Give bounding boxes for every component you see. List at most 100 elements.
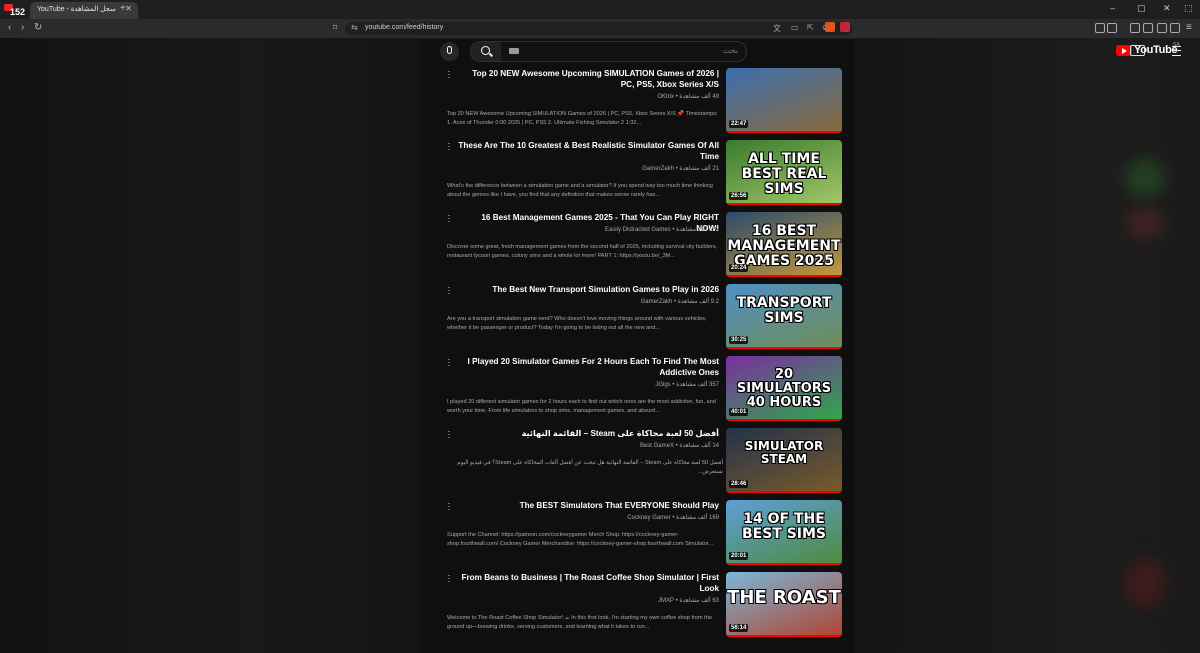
video-thumbnail[interactable]: 16 BEST MANAGEMENT GAMES 2025 20:24	[726, 212, 842, 277]
vpn-icon[interactable]	[1157, 23, 1167, 33]
video-description: Top 20 NEW Awesome Upcoming SIMULATION G…	[447, 111, 718, 126]
video-thumbnail[interactable]: 22:47	[726, 68, 842, 133]
back-icon[interactable]: ‹	[8, 22, 11, 33]
video-item[interactable]: · · · I Played 20 Simulator Games For 2 Ho…	[443, 355, 843, 422]
duration-badge: 56:14	[729, 624, 749, 632]
video-item[interactable]: · · · Top 20 NEW Awesome Upcoming SIMULATI…	[443, 67, 843, 134]
duration-badge: 40:01	[729, 408, 749, 416]
video-item[interactable]: · · · From Beans to Business | The Roast C…	[443, 571, 843, 638]
video-title[interactable]: Top 20 NEW Awesome Upcoming SIMULATION G…	[457, 68, 719, 90]
more-actions-icon[interactable]: · · ·	[447, 139, 451, 154]
duration-badge: 22:47	[729, 120, 749, 128]
hamburger-menu-icon[interactable]	[1172, 46, 1181, 56]
brave-shields-icon[interactable]	[825, 22, 835, 32]
video-item[interactable]: · · · These Are The 10 Greatest & Best Rea…	[443, 139, 843, 206]
more-actions-icon[interactable]: · · ·	[447, 427, 451, 442]
more-actions-icon[interactable]: · · ·	[447, 499, 451, 514]
video-thumbnail[interactable]: SIMULATOR STEAM 28:46	[726, 428, 842, 493]
wallet-icon[interactable]	[1107, 23, 1117, 33]
downloads-icon[interactable]	[1170, 23, 1180, 33]
create-video-icon[interactable]	[1130, 45, 1145, 56]
dimmed-right-area	[855, 38, 1200, 653]
tab-title: YouTube - سجل المشاهدة	[37, 6, 116, 13]
reading-list-icon[interactable]	[1143, 23, 1153, 33]
youtube-logo[interactable]: YouTube SA	[1116, 42, 1180, 58]
video-item[interactable]: · · · 16 Best Management Games 2025 - That…	[443, 211, 843, 278]
duration-badge: 20:24	[729, 264, 749, 272]
video-item[interactable]: · · · The BEST Simulators That EVERYONE Sh…	[443, 499, 843, 566]
notification-badge[interactable]: 152	[4, 4, 28, 17]
video-description: Are you a transport simulation game nerd…	[447, 316, 707, 331]
video-title[interactable]: أفضل 50 لعبة محاكاة على Steam – القائمة …	[457, 428, 719, 439]
watched-progress-bar	[726, 491, 842, 493]
youtube-page: بحث YouTube SA · · · Top 20 NEW Awesome Up…	[0, 38, 1200, 653]
voice-search-button[interactable]	[440, 42, 459, 61]
thumbnail-overlay-text: 14 OF THE BEST SIMS	[741, 511, 827, 542]
video-thumbnail[interactable]: 14 OF THE BEST SIMS 20:01	[726, 500, 842, 565]
video-meta: 49 ألف مشاهدة • OKtrix	[657, 94, 719, 100]
menu-icon[interactable]: ≡	[1186, 22, 1192, 33]
video-item[interactable]: · · · أفضل 50 لعبة محاكاة على Steam – القا…	[443, 427, 843, 494]
video-title[interactable]: I Played 20 Simulator Games For 2 Hours …	[457, 356, 719, 378]
minimize-icon[interactable]: –	[1110, 3, 1115, 13]
video-meta: 122 ألف مشاهدة • Easily Distracted Games	[604, 227, 719, 233]
more-actions-icon[interactable]: · · ·	[447, 211, 451, 226]
share-icon[interactable]: ⇱	[807, 23, 814, 32]
video-title[interactable]: From Beans to Business | The Roast Coffe…	[457, 572, 719, 594]
restore-icon[interactable]: ⬚	[1184, 3, 1193, 14]
watched-progress-bar	[726, 563, 842, 565]
duration-badge: 28:46	[729, 480, 749, 488]
duration-badge: 20:01	[729, 552, 749, 560]
translate-icon[interactable]: 文	[773, 23, 781, 34]
brave-rewards-icon[interactable]	[840, 22, 850, 32]
thumbnail-overlay-text: ALL TIME BEST REAL SIMS	[741, 151, 827, 197]
reload-icon[interactable]: ↻	[34, 22, 42, 33]
watched-progress-bar	[726, 635, 842, 637]
more-actions-icon[interactable]: · · ·	[447, 283, 451, 298]
more-actions-icon[interactable]: · · ·	[447, 571, 451, 586]
video-description: Support the Channel: https://patreon.com…	[447, 532, 714, 547]
thumbnail-overlay-text: TRANSPORT SIMS	[736, 295, 832, 326]
bookmark-icon[interactable]: ⌑	[333, 23, 337, 32]
more-actions-icon[interactable]: · · ·	[447, 67, 451, 82]
watched-progress-bar	[726, 275, 842, 277]
sidebar-icon[interactable]	[1130, 23, 1140, 33]
video-description: Welcome to The Roast Coffee Shop Simulat…	[447, 615, 712, 630]
video-description: أفضل 50 لعبة محاكاة على Steam – القائمة …	[457, 460, 723, 475]
extension-icon[interactable]	[1095, 23, 1105, 33]
search-input[interactable]: بحث	[723, 46, 738, 55]
keyboard-icon[interactable]	[509, 48, 519, 54]
window-close-icon[interactable]: ✕	[1163, 3, 1171, 14]
search-button[interactable]	[471, 42, 501, 61]
watched-progress-bar	[726, 347, 842, 349]
video-meta: 357 ألف مشاهدة • JGigs	[655, 382, 719, 388]
new-tab-button[interactable]: +	[120, 3, 126, 14]
video-description: Discover some great, fresh management ga…	[447, 244, 718, 259]
video-item[interactable]: · · · The Best New Transport Simulation Ga…	[443, 283, 843, 350]
microphone-icon	[447, 46, 452, 54]
masthead: بحث YouTube SA	[430, 38, 1200, 64]
search-box[interactable]: بحث	[470, 41, 747, 62]
thumbnail-overlay-text: THE ROAST	[727, 587, 841, 608]
video-thumbnail[interactable]: THE ROAST 56:14	[726, 572, 842, 637]
video-title[interactable]: These Are The 10 Greatest & Best Realist…	[457, 140, 719, 162]
cast-icon[interactable]: ▭	[791, 23, 799, 32]
video-thumbnail[interactable]: ALL TIME BEST REAL SIMS 26:56	[726, 140, 842, 205]
url-bar[interactable]: ⇆ youtube.com/feed/history 文 ▭ ⇱ ⊘	[345, 22, 853, 35]
maximize-icon[interactable]: ▢	[1137, 3, 1146, 14]
video-description: I played 20 different simulator games fo…	[447, 399, 716, 414]
video-thumbnail[interactable]: TRANSPORT SIMS 30:25	[726, 284, 842, 349]
close-icon[interactable]: ✕	[125, 4, 132, 13]
video-thumbnail[interactable]: 20 SIMULATORS 40 HOURS 40:01	[726, 356, 842, 421]
watched-progress-bar	[726, 203, 842, 205]
video-title[interactable]: The Best New Transport Simulation Games …	[457, 284, 719, 295]
more-actions-icon[interactable]: · · ·	[447, 355, 451, 370]
duration-badge: 26:56	[729, 192, 749, 200]
site-info-icon[interactable]: ⇆	[351, 23, 358, 32]
video-title[interactable]: The BEST Simulators That EVERYONE Should…	[457, 500, 719, 511]
video-meta: 9.2 ألف مشاهدة • GamerZakh	[640, 299, 719, 305]
video-meta: 169 ألف مشاهدة • Cockney Gamer	[627, 515, 719, 521]
forward-icon[interactable]: ›	[21, 22, 24, 33]
thumbnail-overlay-text: SIMULATOR STEAM	[744, 439, 824, 466]
browser-tab-bar: 152 YouTube - سجل المشاهدة ✕ + – ▢ ✕ ⬚	[0, 0, 1200, 19]
